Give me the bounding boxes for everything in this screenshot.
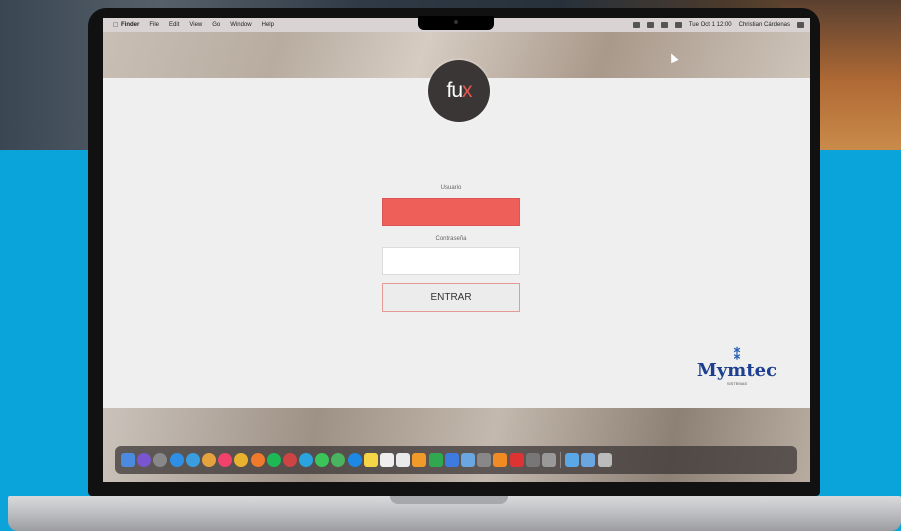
fux-logo: fu x (428, 60, 490, 122)
folder-icon[interactable] (581, 453, 596, 467)
username-input[interactable] (383, 199, 519, 225)
firefox-icon[interactable] (250, 453, 265, 467)
wifi-icon[interactable] (632, 22, 640, 28)
app-store-icon[interactable] (347, 453, 362, 467)
app-icon-2[interactable] (509, 453, 524, 467)
reminders-icon[interactable] (396, 453, 411, 467)
mymtec-brand: ⁑ Mymtec SISTEMAS (692, 348, 782, 386)
password-input[interactable] (383, 248, 519, 274)
spotlight-icon[interactable] (797, 22, 804, 28)
menubar-user[interactable]: Christian Cárdenas (739, 22, 790, 28)
system-preferences-icon[interactable] (477, 453, 492, 467)
siri-icon[interactable] (137, 453, 152, 467)
chrome-icon[interactable] (234, 453, 249, 467)
finder-icon[interactable] (121, 453, 135, 467)
logo-accent: x (462, 79, 472, 102)
bluetooth-icon[interactable] (674, 22, 682, 28)
app-icon[interactable] (282, 453, 297, 467)
menu-item-edit[interactable]: Edit (169, 22, 179, 28)
menu-item-help[interactable]: Help (262, 22, 274, 28)
notes-icon[interactable] (363, 453, 378, 467)
vlc-icon[interactable] (493, 453, 508, 467)
spotify-icon[interactable] (266, 453, 281, 467)
menubar-clock[interactable]: Tue Oct 1 12:00 (689, 22, 732, 28)
laptop-screen:  Finder File Edit View Go Window Help T… (103, 18, 810, 482)
menu-item-go[interactable]: Go (212, 22, 220, 28)
dock (115, 446, 797, 474)
photos-icon[interactable] (201, 453, 216, 467)
app-icon-4[interactable] (541, 453, 556, 467)
app-icon-3[interactable] (525, 453, 540, 467)
telegram-icon[interactable] (299, 453, 314, 467)
battery-icon[interactable] (660, 22, 668, 28)
camera-icon (454, 20, 458, 24)
maps-icon[interactable] (331, 453, 346, 467)
mymtec-name: Mymtec (696, 360, 778, 381)
mymtec-tagline: SISTEMAS (726, 381, 748, 386)
launchpad-icon[interactable] (153, 453, 168, 467)
username-label: Usuario (440, 185, 462, 191)
menu-item-window[interactable]: Window (230, 22, 251, 28)
laptop-groove (390, 496, 508, 504)
enter-button[interactable]: ENTRAR (382, 283, 520, 312)
messages-icon[interactable] (315, 453, 330, 467)
menu-item-view[interactable]: View (189, 22, 202, 28)
trash-icon[interactable] (597, 453, 612, 467)
preview-icon[interactable] (460, 453, 475, 467)
keynote-icon[interactable] (444, 453, 459, 467)
camera-notch (418, 16, 494, 30)
password-label: Contraseña (435, 236, 467, 242)
pages-icon[interactable] (412, 453, 427, 467)
mail-icon[interactable] (185, 453, 200, 467)
logo-text: fu (446, 79, 462, 102)
apple-menu-icon[interactable]:  (113, 22, 121, 29)
username-field[interactable] (382, 198, 520, 226)
password-field[interactable] (382, 247, 520, 275)
music-icon[interactable] (218, 453, 233, 467)
numbers-icon[interactable] (428, 453, 443, 467)
calendar-icon[interactable] (380, 453, 394, 467)
volume-icon[interactable] (646, 22, 654, 28)
safari-icon[interactable] (169, 453, 184, 467)
status-tray: Tue Oct 1 12:00 Christian Cárdenas (632, 18, 804, 32)
dock-separator (560, 452, 562, 468)
downloads-icon[interactable] (565, 453, 580, 467)
menu-item-file[interactable]: File (149, 22, 159, 28)
menu-app-name[interactable]: Finder (121, 22, 139, 28)
